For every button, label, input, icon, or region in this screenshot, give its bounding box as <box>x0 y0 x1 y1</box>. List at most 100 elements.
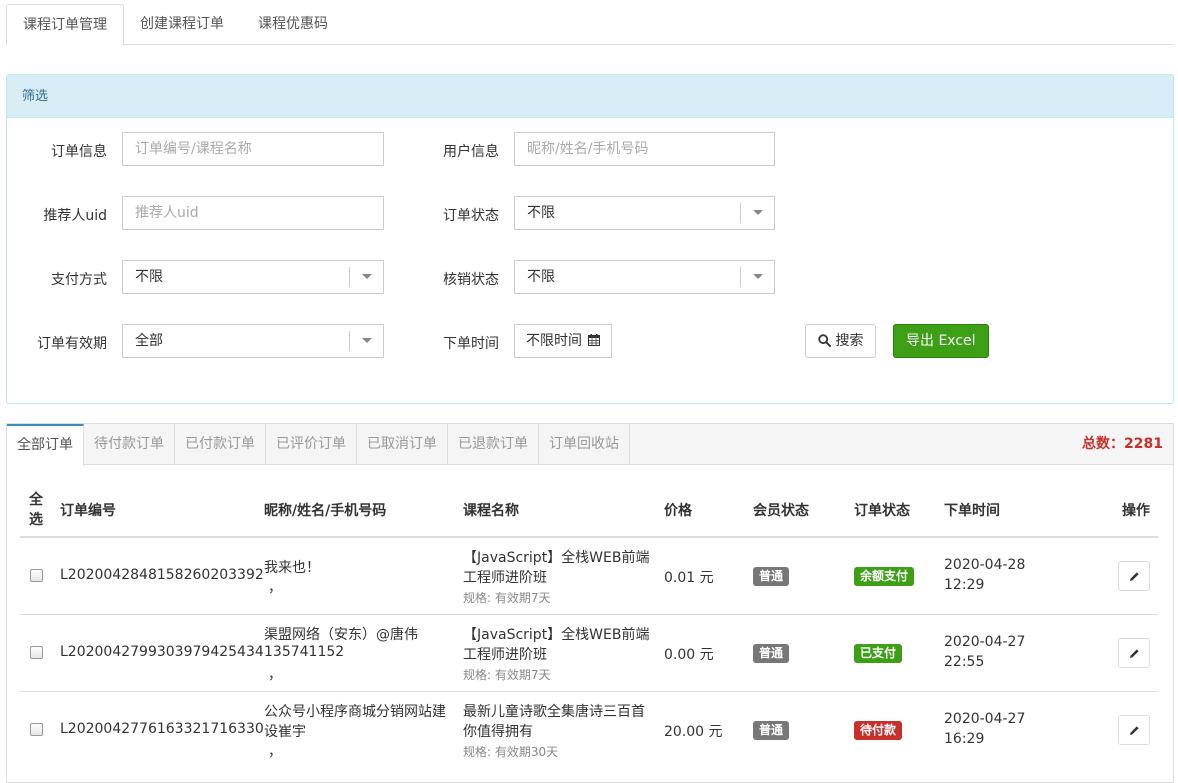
search-button[interactable]: 搜索 <box>805 324 877 358</box>
referrer-input[interactable] <box>122 196 384 230</box>
order-time: 22:55 <box>944 654 985 670</box>
user-phone: 设崔宇 <box>264 724 306 740</box>
member-badge: 普通 <box>753 644 790 663</box>
chevron-down-icon <box>740 203 774 223</box>
order-time: 12:29 <box>944 577 985 593</box>
pencil-icon <box>1130 572 1139 581</box>
user-name: 渠盟网络（安东）@唐伟 <box>264 627 418 643</box>
header-member-status: 会员状态 <box>753 503 809 519</box>
course-name-line1: 最新儿童诗歌全集唐诗三百首 <box>463 704 645 720</box>
total-count: 总数：2281 <box>1082 436 1163 452</box>
tab-create-course-order[interactable]: 创建课程订单 <box>124 4 240 45</box>
order-date: 2020-04-28 <box>944 557 1026 573</box>
header-select-all-1[interactable]: 全 <box>29 489 43 509</box>
order-time-value: 不限时间 <box>526 333 582 349</box>
order-time: 16:29 <box>944 731 985 747</box>
top-tabs: 课程订单管理 创建课程订单 课程优惠码 <box>6 4 1174 46</box>
course-name-line2: 工程师进阶班 <box>463 647 547 663</box>
course-spec: 规格: 有效期30天 <box>463 745 559 759</box>
user-extra: ， <box>268 667 282 683</box>
row-divider <box>20 614 1158 615</box>
pay-method-value: 不限 <box>135 269 163 285</box>
filter-title: 筛选 <box>7 75 1173 118</box>
price: 0.00 元 <box>664 647 714 663</box>
price: 20.00 元 <box>664 724 723 740</box>
order-time-picker[interactable]: 不限时间 <box>514 324 613 358</box>
header-price: 价格 <box>664 503 692 519</box>
verify-status-label: 核销状态 <box>443 272 499 288</box>
validity-label: 订单有效期 <box>37 336 107 352</box>
order-date: 2020-04-27 <box>944 711 1026 727</box>
course-name-line2: 工程师进阶班 <box>463 570 547 586</box>
user-extra: ， <box>268 580 282 596</box>
pay-method-select[interactable]: 不限 <box>122 260 384 294</box>
row-checkbox[interactable] <box>30 569 43 582</box>
search-button-label: 搜索 <box>835 333 864 349</box>
tab-recycle-bin[interactable]: 订单回收站 <box>539 424 630 465</box>
course-name-line2: 你值得拥有 <box>463 724 533 740</box>
order-info-input[interactable] <box>122 132 384 166</box>
tab-reviewed[interactable]: 已评价订单 <box>266 424 357 465</box>
filter-panel: 筛选 订单信息 用户信息 推荐人uid 订单状态 不限 支付方式 不限 核销状态… <box>6 74 1174 404</box>
edit-button[interactable] <box>1118 561 1150 591</box>
tab-refunded[interactable]: 已退款订单 <box>448 424 539 465</box>
pencil-icon <box>1130 649 1139 658</box>
header-select-all-2[interactable]: 选 <box>29 509 43 529</box>
export-excel-button[interactable]: 导出 Excel <box>893 324 989 358</box>
order-status-label: 订单状态 <box>443 208 499 224</box>
status-badge: 余额支付 <box>854 567 915 586</box>
order-status-value: 不限 <box>527 205 555 221</box>
course-name-line1: 【JavaScript】全栈WEB前端 <box>463 627 650 643</box>
order-status-select[interactable]: 不限 <box>514 196 775 230</box>
validity-select[interactable]: 全部 <box>122 324 384 358</box>
price: 0.01 元 <box>664 570 714 586</box>
user-info-input[interactable] <box>514 132 775 166</box>
pay-method-label: 支付方式 <box>51 272 107 288</box>
header-user: 昵称/姓名/手机号码 <box>264 503 387 519</box>
validity-value: 全部 <box>135 333 163 349</box>
order-time-label: 下单时间 <box>443 336 499 352</box>
verify-status-value: 不限 <box>527 269 555 285</box>
row-divider <box>20 691 1158 692</box>
tab-cancelled[interactable]: 已取消订单 <box>357 424 448 465</box>
header-divider <box>20 536 1158 538</box>
header-action: 操作 <box>1122 503 1150 519</box>
order-no: L2020042799303979425434 <box>60 644 264 660</box>
edit-button[interactable] <box>1118 638 1150 668</box>
referrer-label: 推荐人uid <box>43 208 107 224</box>
chevron-down-icon <box>349 267 383 287</box>
order-tabs: 全部订单 待付款订单 已付款订单 已评价订单 已取消订单 已退款订单 订单回收站… <box>7 424 1173 466</box>
order-date: 2020-04-27 <box>944 634 1026 650</box>
tab-pending-payment[interactable]: 待付款订单 <box>84 424 175 465</box>
tab-all-orders[interactable]: 全部订单 <box>7 424 84 466</box>
user-phone: 135741152 <box>264 644 345 660</box>
tab-course-order-management[interactable]: 课程订单管理 <box>6 4 124 46</box>
course-spec: 规格: 有效期7天 <box>463 591 551 605</box>
course-name-line1: 【JavaScript】全栈WEB前端 <box>463 550 650 566</box>
header-course: 课程名称 <box>463 503 519 519</box>
pencil-icon <box>1130 726 1139 735</box>
order-no: L2020042848158260203392 <box>60 567 264 583</box>
row-checkbox[interactable] <box>30 723 43 736</box>
chevron-down-icon <box>349 331 383 351</box>
tab-paid[interactable]: 已付款订单 <box>175 424 266 465</box>
chevron-down-icon <box>740 267 774 287</box>
status-badge: 待付款 <box>854 721 903 740</box>
order-info-label: 订单信息 <box>51 144 107 160</box>
user-extra: ， <box>268 744 282 760</box>
header-order-no: 订单编号 <box>60 503 116 519</box>
order-no: L2020042776163321716330 <box>60 721 264 737</box>
user-name: 我来也！ <box>264 560 320 576</box>
verify-status-select[interactable]: 不限 <box>514 260 775 294</box>
user-info-label: 用户信息 <box>443 144 499 160</box>
member-badge: 普通 <box>753 567 790 586</box>
search-icon <box>818 334 831 347</box>
member-badge: 普通 <box>753 721 790 740</box>
header-order-time: 下单时间 <box>944 503 1000 519</box>
calendar-icon <box>588 334 601 346</box>
tab-course-coupon[interactable]: 课程优惠码 <box>242 4 344 45</box>
row-checkbox[interactable] <box>30 646 43 659</box>
header-order-status: 订单状态 <box>854 503 910 519</box>
user-name: 公众号小程序商城分销网站建 <box>264 704 446 720</box>
edit-button[interactable] <box>1118 715 1150 745</box>
